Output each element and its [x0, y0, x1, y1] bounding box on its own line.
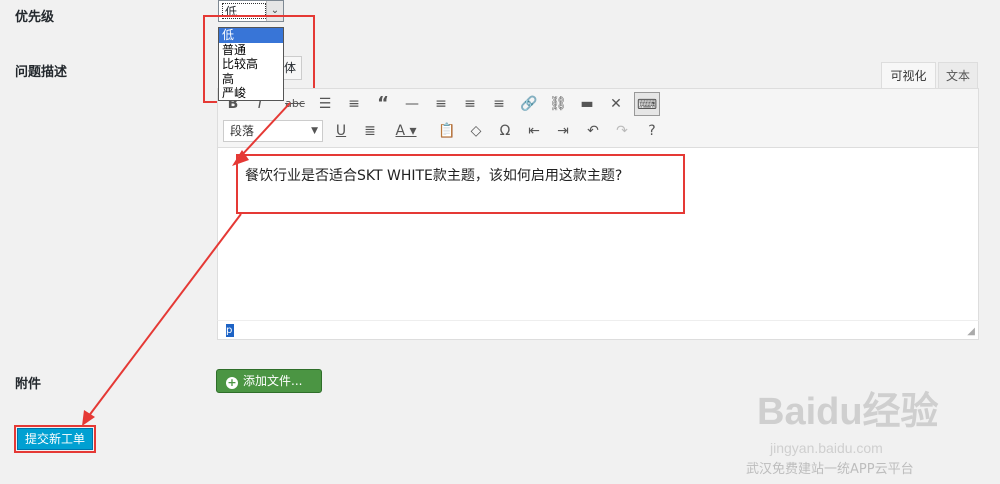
priority-option[interactable]: 普通	[219, 43, 283, 58]
priority-dropdown[interactable]: 低 普通 比较高 高 严峻	[218, 27, 284, 101]
priority-option[interactable]: 比较高	[219, 57, 283, 72]
priority-option[interactable]: 高	[219, 72, 283, 87]
watermark-url: jingyan.baidu.com	[770, 440, 883, 456]
arrow-line	[240, 102, 291, 157]
watermark-logo: Baidu经验	[757, 391, 939, 433]
priority-option[interactable]: 严峻	[219, 86, 283, 101]
priority-option[interactable]: 低	[219, 28, 283, 43]
arrowhead-icon	[82, 410, 95, 426]
arrow-line	[87, 213, 242, 418]
arrowhead-icon	[232, 150, 249, 166]
watermark-caption: 武汉免费建站一统APP云平台	[746, 462, 914, 477]
